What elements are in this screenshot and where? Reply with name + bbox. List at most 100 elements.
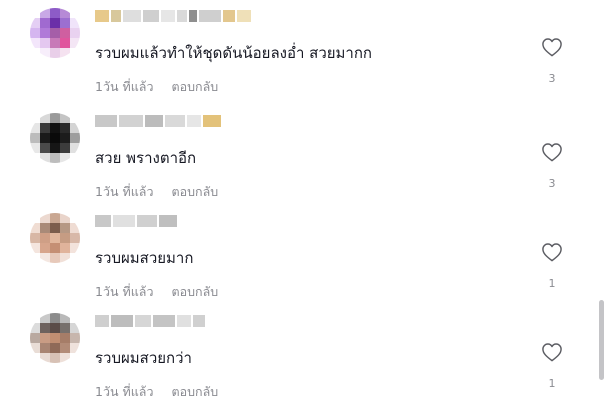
avatar-pixel xyxy=(40,333,50,343)
avatar-pixel xyxy=(30,333,40,343)
avatar-pixel xyxy=(70,323,80,333)
avatar[interactable] xyxy=(30,213,80,263)
username-pixel xyxy=(223,10,235,22)
avatar-pixel xyxy=(30,123,40,133)
avatar-pixel xyxy=(50,323,60,333)
avatar-pixel xyxy=(30,38,40,48)
heart-icon[interactable] xyxy=(541,242,563,262)
avatar-pixel xyxy=(60,133,70,143)
comment-time: 1วัน ที่แล้ว xyxy=(95,79,154,94)
heart-icon[interactable] xyxy=(541,37,563,57)
avatar-pixel xyxy=(40,223,50,233)
avatar-pixel xyxy=(70,313,80,323)
avatar[interactable] xyxy=(30,113,80,163)
avatar-pixel xyxy=(40,243,50,253)
avatar-pixel xyxy=(70,28,80,38)
heart-icon[interactable] xyxy=(541,142,563,162)
avatar-pixel xyxy=(70,38,80,48)
avatar-pixel xyxy=(40,143,50,153)
username[interactable] xyxy=(95,115,221,129)
avatar-pixel xyxy=(30,18,40,28)
avatar-pixel xyxy=(60,343,70,353)
avatar-pixel xyxy=(40,353,50,363)
comment-meta: 1วัน ที่แล้ว ตอบกลับ xyxy=(95,182,218,202)
comment-time: 1วัน ที่แล้ว xyxy=(95,384,154,399)
avatar-pixel xyxy=(40,153,50,163)
reply-button[interactable]: ตอบกลับ xyxy=(171,79,218,94)
username[interactable] xyxy=(95,315,205,329)
avatar-pixel xyxy=(30,313,40,323)
comment-time: 1วัน ที่แล้ว xyxy=(95,184,154,199)
comment-text: สวย พรางตาอีก xyxy=(95,149,197,167)
avatar-pixel xyxy=(30,143,40,153)
username-pixel xyxy=(177,10,187,22)
heart-icon[interactable] xyxy=(541,342,563,362)
avatar-pixel xyxy=(70,133,80,143)
avatar-pixel xyxy=(40,313,50,323)
reply-button[interactable]: ตอบกลับ xyxy=(171,184,218,199)
avatar-pixel xyxy=(50,28,60,38)
avatar-pixel xyxy=(40,48,50,58)
avatar-pixel xyxy=(50,313,60,323)
avatar-pixel xyxy=(60,213,70,223)
avatar-pixel xyxy=(60,223,70,233)
avatar-pixel xyxy=(60,153,70,163)
username-pixel xyxy=(159,215,177,227)
avatar-pixel xyxy=(30,113,40,123)
avatar[interactable] xyxy=(30,313,80,363)
avatar-pixel xyxy=(60,243,70,253)
avatar-pixel xyxy=(60,253,70,263)
avatar-pixel xyxy=(30,323,40,333)
comment-meta: 1วัน ที่แล้ว ตอบกลับ xyxy=(95,382,218,402)
username-pixel xyxy=(165,115,185,127)
avatar-pixel xyxy=(50,333,60,343)
reply-button[interactable]: ตอบกลับ xyxy=(171,384,218,399)
username-pixel xyxy=(113,215,135,227)
avatar-pixel xyxy=(40,123,50,133)
avatar-pixel xyxy=(60,143,70,153)
comment-text: รวบผมสวยกว่า xyxy=(95,349,192,367)
avatar-pixel xyxy=(70,333,80,343)
username-pixel xyxy=(119,115,143,127)
comment-item: รวบผมสวยกว่า 1วัน ที่แล้ว ตอบกลับ 1 xyxy=(0,313,605,413)
avatar-pixel xyxy=(70,18,80,28)
avatar-pixel xyxy=(30,233,40,243)
avatar-pixel xyxy=(60,113,70,123)
avatar-pixel xyxy=(70,113,80,123)
avatar-pixel xyxy=(50,213,60,223)
reply-button[interactable]: ตอบกลับ xyxy=(171,284,218,299)
username-pixel xyxy=(203,115,221,127)
username[interactable] xyxy=(95,215,177,229)
username-pixel xyxy=(199,10,221,22)
username-pixel xyxy=(237,10,251,22)
avatar-pixel xyxy=(70,223,80,233)
username-pixel xyxy=(177,315,191,327)
avatar-pixel xyxy=(60,323,70,333)
avatar-pixel xyxy=(30,253,40,263)
username-pixel xyxy=(95,10,109,22)
comment-meta: 1วัน ที่แล้ว ตอบกลับ xyxy=(95,282,218,302)
username-pixel xyxy=(137,215,157,227)
avatar-pixel xyxy=(50,343,60,353)
avatar[interactable] xyxy=(30,8,80,58)
avatar-pixel xyxy=(70,143,80,153)
like-count: 1 xyxy=(548,277,556,290)
avatar-pixel xyxy=(50,48,60,58)
comment-meta: 1วัน ที่แล้ว ตอบกลับ xyxy=(95,77,218,97)
avatar-pixel xyxy=(30,48,40,58)
avatar-pixel xyxy=(30,343,40,353)
avatar-pixel xyxy=(70,153,80,163)
avatar-pixel xyxy=(50,353,60,363)
avatar-pixel xyxy=(60,333,70,343)
avatar-pixel xyxy=(70,353,80,363)
avatar-pixel xyxy=(30,223,40,233)
username-pixel xyxy=(111,315,133,327)
avatar-pixel xyxy=(30,133,40,143)
scrollbar-thumb[interactable] xyxy=(599,300,604,380)
avatar-pixel xyxy=(30,213,40,223)
scrollbar[interactable] xyxy=(599,0,604,410)
avatar-pixel xyxy=(30,243,40,253)
avatar-pixel xyxy=(60,8,70,18)
username[interactable] xyxy=(95,10,251,24)
avatar-pixel xyxy=(60,313,70,323)
